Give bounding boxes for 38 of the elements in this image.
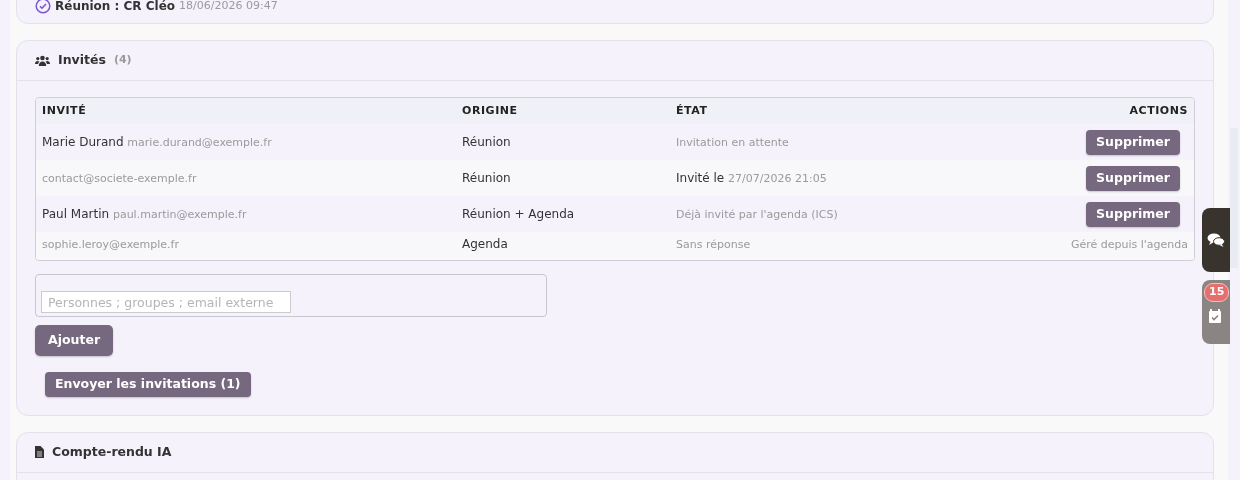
guest-status: Sans réponse [676,238,751,252]
invite-date: 27/07/2026 21:05 [728,172,827,185]
search-field[interactable]: Personnes ; groupes ; email externe [41,291,291,314]
chat-icon [1207,232,1225,248]
tasks-tab[interactable]: 15 [1202,280,1230,344]
guest-origin: Agenda [462,237,508,252]
column-header: ACTIONS [970,97,1194,125]
column-header: INVITÉ [36,97,456,125]
column-header: ÉTAT [670,97,971,125]
card-title: Compte-rendu IA [52,442,172,461]
column-header: ORIGINE [456,97,670,125]
delete-button[interactable]: Supprimer [1086,129,1180,155]
item-title: Réunion : CR Cléo [55,0,176,15]
users-icon [35,54,50,66]
guest-status: Déjà invité par l'agenda (ICS) [676,208,838,221]
guest-name: Paul Martin [42,207,110,221]
delete-button[interactable]: Supprimer [1086,165,1180,191]
guest-origin: Réunion + Agenda [462,207,575,222]
card-title: Invités [58,51,106,69]
item-date: 18/06/2026 09:47 [179,0,278,14]
chat-tab[interactable] [1202,208,1230,272]
managed-note: Géré depuis l'agenda [1070,238,1188,252]
delete-button[interactable]: Supprimer [1086,201,1180,227]
guest-status: Invité le [676,171,725,185]
guest-origin: Réunion [462,171,511,186]
guest-origin: Réunion [462,135,511,150]
send-invitations-button[interactable]: Envoyer les invitations (1) [45,372,251,397]
guest-email: sophie.leroy@exemple.fr [42,238,179,252]
guest-email: contact@societe-exemple.fr [42,172,197,185]
document-icon [35,446,44,459]
guest-email: paul.martin@exemple.fr [112,208,247,221]
count-badge: 15 [1204,283,1230,302]
guest-status: Invitation en attente [676,136,789,149]
scrollbar-thumb[interactable] [1230,128,1238,268]
guest-email: marie.durand@exemple.fr [127,136,272,149]
guest-count: (4) [113,52,132,69]
add-button[interactable]: Ajouter [35,325,114,356]
guest-name: Marie Durand [42,135,124,149]
